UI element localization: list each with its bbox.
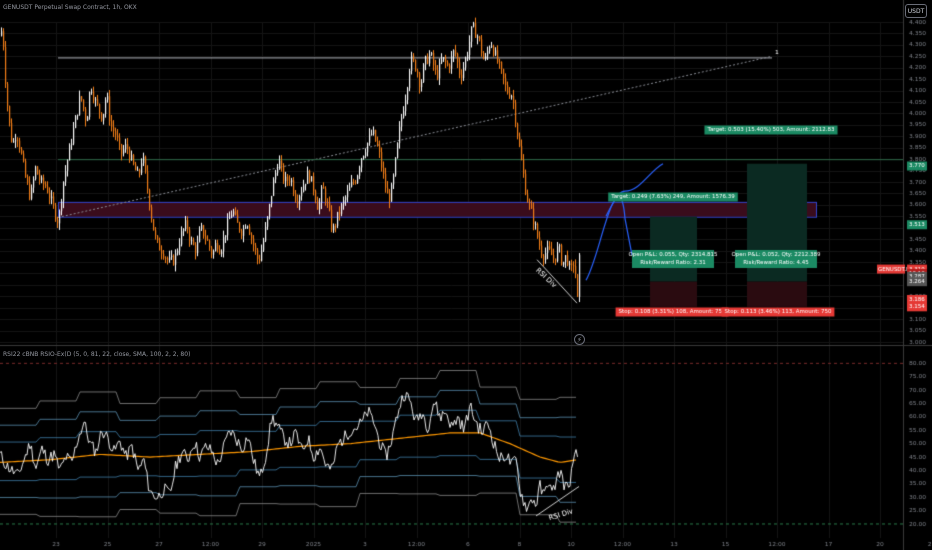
trading-chart[interactable] bbox=[0, 0, 932, 550]
rsi-indicator-title: RSI22 cBNB RSIO-Ex(D (5, 0, 81, 22, clos… bbox=[3, 351, 191, 358]
symbol-title: GENUSDT Perpetual Swap Contract, 1h, OKX bbox=[3, 4, 137, 11]
currency-button[interactable]: USDT bbox=[905, 4, 927, 18]
lightning-icon[interactable]: ⚡ bbox=[574, 334, 585, 345]
